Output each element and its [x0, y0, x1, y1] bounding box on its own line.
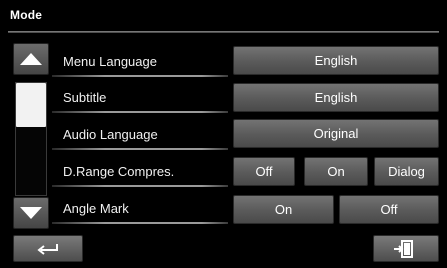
scroll-thumb[interactable] — [16, 83, 46, 127]
exit-button[interactable] — [373, 235, 439, 262]
audio-language-label: Audio Language — [63, 127, 158, 142]
subtitle-label: Subtitle — [63, 90, 107, 105]
label-divider — [52, 185, 228, 187]
screen-title: Mode — [10, 8, 43, 22]
scroll-down-button[interactable] — [13, 197, 49, 229]
angle-mark-label: Angle Mark — [63, 201, 129, 216]
label-divider — [52, 75, 228, 77]
menu-language-button[interactable]: English — [233, 46, 439, 75]
label-divider — [52, 111, 228, 113]
exit-door-icon — [394, 239, 413, 258]
audio-language-button[interactable]: Original — [233, 119, 439, 148]
back-button[interactable] — [13, 235, 83, 262]
scroll-up-button[interactable] — [13, 43, 49, 75]
angle-mark-off-button[interactable]: Off — [339, 195, 439, 224]
drange-off-button[interactable]: Off — [233, 157, 295, 186]
triangle-up-icon — [20, 53, 42, 65]
drange-dialog-button[interactable]: Dialog — [374, 157, 439, 186]
label-divider — [52, 148, 228, 150]
triangle-down-icon — [20, 207, 42, 219]
subtitle-button[interactable]: English — [233, 83, 439, 112]
drange-on-button[interactable]: On — [304, 157, 368, 186]
angle-mark-on-button[interactable]: On — [233, 195, 334, 224]
label-divider — [52, 222, 228, 224]
menu-language-label: Menu Language — [63, 54, 157, 69]
drange-compression-label: D.Range Compres. — [63, 164, 175, 179]
return-arrow-icon — [37, 243, 58, 255]
title-divider — [8, 31, 439, 33]
